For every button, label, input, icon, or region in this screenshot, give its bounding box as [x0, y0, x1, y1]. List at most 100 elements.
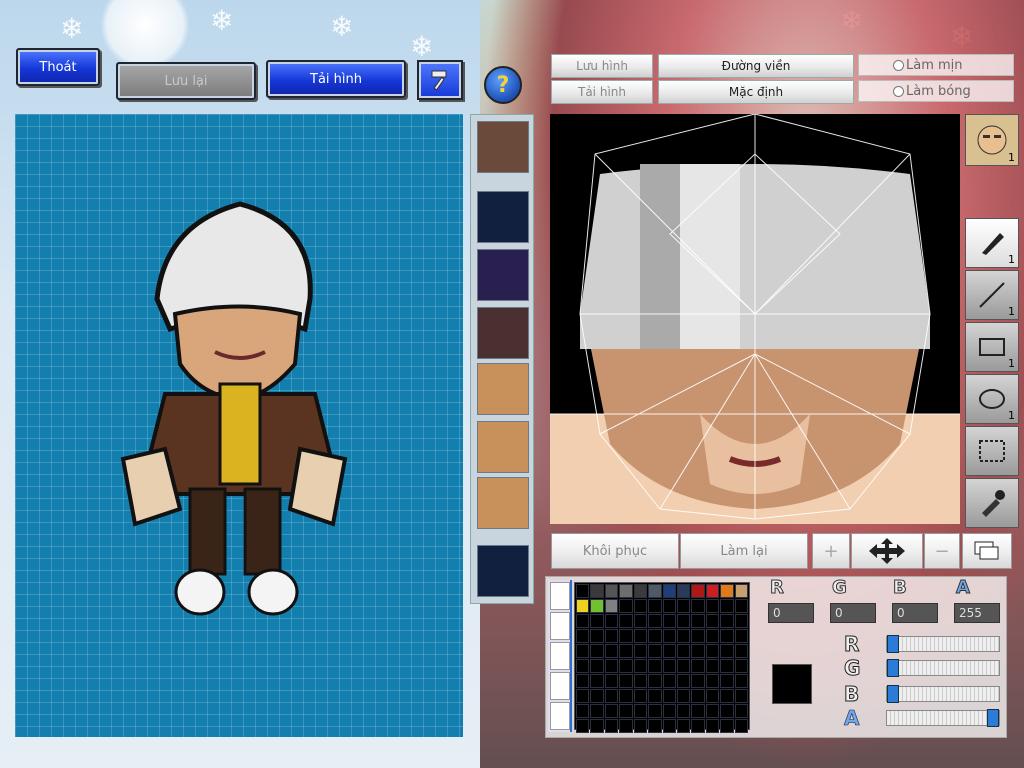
palette-color-cell[interactable] — [676, 719, 691, 733]
palette-color-cell[interactable] — [705, 674, 720, 688]
palette-color-cell[interactable] — [734, 644, 748, 658]
rectangle-tool[interactable]: 1 — [965, 322, 1019, 372]
palette-color-cell[interactable] — [676, 674, 691, 688]
palette-color-cell[interactable] — [633, 614, 648, 628]
palette-color-cell[interactable] — [734, 599, 748, 613]
palette-color-cell[interactable] — [619, 719, 633, 733]
palette-color-cell[interactable] — [619, 689, 633, 703]
palette-color-cell[interactable] — [662, 584, 676, 598]
palette-color-cell[interactable] — [691, 614, 705, 628]
palette-color-cell[interactable] — [676, 689, 691, 703]
layer-button[interactable] — [962, 533, 1012, 569]
palette-color-cell[interactable] — [576, 689, 590, 703]
redo-button[interactable]: Làm lại — [680, 533, 808, 569]
palette-color-cell[interactable] — [720, 614, 734, 628]
palette-color-cell[interactable] — [604, 689, 619, 703]
palette-color-cell[interactable] — [720, 629, 734, 643]
palette-color-cell[interactable] — [633, 704, 648, 718]
ellipse-tool[interactable]: 1 — [965, 374, 1019, 424]
palette-tab-1[interactable] — [550, 582, 570, 610]
palette-color-cell[interactable] — [691, 719, 705, 733]
palette-color-cell[interactable] — [590, 644, 604, 658]
palette-color-cell[interactable] — [705, 719, 720, 733]
palette-color-cell[interactable] — [691, 584, 705, 598]
palette-color-cell[interactable] — [604, 599, 619, 613]
green-slider-knob[interactable] — [887, 659, 899, 677]
palette-color-cell[interactable] — [705, 584, 720, 598]
alpha-slider-knob[interactable] — [987, 709, 999, 727]
palette-color-cell[interactable] — [676, 659, 691, 673]
move-button[interactable] — [851, 533, 923, 569]
palette-color-cell[interactable] — [734, 689, 748, 703]
palette-color-cell[interactable] — [662, 659, 676, 673]
palette-color-cell[interactable] — [662, 614, 676, 628]
palette-color-cell[interactable] — [590, 689, 604, 703]
palette-color-cell[interactable] — [590, 599, 604, 613]
palette-color-cell[interactable] — [604, 584, 619, 598]
palette-color-cell[interactable] — [619, 659, 633, 673]
palette-color-cell[interactable] — [633, 599, 648, 613]
default-button[interactable]: Mặc định — [658, 80, 854, 104]
palette-color-cell[interactable] — [691, 659, 705, 673]
palette-color-cell[interactable] — [619, 599, 633, 613]
palette-color-cell[interactable] — [734, 614, 748, 628]
blue-slider-knob[interactable] — [887, 685, 899, 703]
palette-color-cell[interactable] — [576, 704, 590, 718]
part-slot-item[interactable] — [477, 249, 529, 301]
palette-color-cell[interactable] — [576, 614, 590, 628]
palette-color-cell[interactable] — [705, 659, 720, 673]
palette-color-cell[interactable] — [604, 614, 619, 628]
palette-color-cell[interactable] — [676, 644, 691, 658]
palette-color-cell[interactable] — [705, 629, 720, 643]
palette-color-cell[interactable] — [676, 704, 691, 718]
palette-color-cell[interactable] — [648, 659, 662, 673]
green-slider[interactable] — [886, 659, 1000, 677]
palette-color-cell[interactable] — [691, 599, 705, 613]
palette-color-cell[interactable] — [619, 629, 633, 643]
eyedropper-tool[interactable] — [965, 478, 1019, 528]
palette-color-cell[interactable] — [576, 599, 590, 613]
part-slot-face-2[interactable] — [477, 421, 529, 473]
red-value-field[interactable]: 0 — [768, 603, 814, 623]
palette-color-cell[interactable] — [633, 644, 648, 658]
palette-color-cell[interactable] — [633, 584, 648, 598]
palette-color-cell[interactable] — [705, 599, 720, 613]
blue-slider[interactable] — [886, 685, 1000, 703]
palette-color-cell[interactable] — [720, 584, 734, 598]
palette-color-cell[interactable] — [648, 614, 662, 628]
palette-color-cell[interactable] — [676, 614, 691, 628]
part-slot-body[interactable] — [477, 307, 529, 359]
palette-tab-3[interactable] — [550, 642, 570, 670]
palette-color-cell[interactable] — [662, 599, 676, 613]
palette-color-cell[interactable] — [662, 689, 676, 703]
palette-color-cell[interactable] — [590, 659, 604, 673]
palette-color-cell[interactable] — [705, 704, 720, 718]
save-button[interactable]: Lưu lại — [116, 62, 256, 100]
line-tool[interactable]: 1 — [965, 270, 1019, 320]
part-slot-face[interactable] — [477, 363, 529, 415]
palette-color-cell[interactable] — [590, 704, 604, 718]
palette-color-cell[interactable] — [720, 704, 734, 718]
palette-color-cell[interactable] — [734, 704, 748, 718]
face-tool[interactable]: 1 — [965, 114, 1019, 166]
palette-color-cell[interactable] — [590, 584, 604, 598]
red-slider-knob[interactable] — [887, 635, 899, 653]
exit-button[interactable]: Thoát — [16, 48, 100, 86]
palette-tab-4[interactable] — [550, 672, 570, 700]
palette-color-cell[interactable] — [633, 659, 648, 673]
palette-color-cell[interactable] — [576, 629, 590, 643]
palette-color-cell[interactable] — [648, 644, 662, 658]
palette-color-cell[interactable] — [648, 689, 662, 703]
palette-color-cell[interactable] — [576, 659, 590, 673]
palette-color-cell[interactable] — [590, 674, 604, 688]
palette-color-cell[interactable] — [648, 719, 662, 733]
part-slot-empty[interactable] — [477, 191, 529, 243]
palette-color-cell[interactable] — [619, 704, 633, 718]
palette-tab-5[interactable] — [550, 702, 570, 730]
palette-color-cell[interactable] — [691, 644, 705, 658]
palette-color-cell[interactable] — [576, 719, 590, 733]
red-slider[interactable] — [886, 635, 1000, 653]
palette-color-cell[interactable] — [619, 644, 633, 658]
palette-color-cell[interactable] — [576, 644, 590, 658]
shade-radio[interactable]: Làm bóng — [858, 80, 1014, 102]
